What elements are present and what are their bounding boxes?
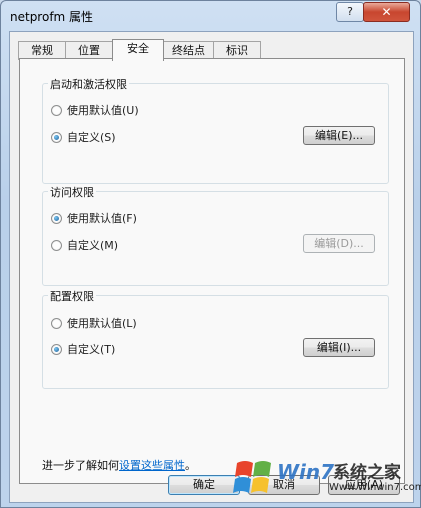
svg-text:系统之家: 系统之家	[333, 462, 401, 483]
launch-custom-label: 自定义(S)	[67, 131, 116, 144]
launch-default-option[interactable]: 使用默认值(U)	[51, 102, 139, 118]
watermark-site: Www.Winwin7.com	[329, 482, 421, 493]
learn-more-link[interactable]: 设置这些属性	[119, 459, 185, 472]
config-default-option[interactable]: 使用默认值(L)	[51, 315, 137, 331]
access-custom-radio[interactable]	[51, 239, 62, 251]
ok-button[interactable]: 确定	[168, 475, 240, 495]
learn-more-text: 进一步了解如何设置这些属性。	[42, 457, 196, 473]
config-default-label: 使用默认值(L)	[67, 317, 137, 330]
dialog-client: 常规 位置 安全 终结点 标识 启动和激活权限 使用默认值(U) 自定义(S) …	[9, 31, 414, 503]
config-default-radio[interactable]	[51, 317, 62, 329]
config-custom-option[interactable]: 自定义(T)	[51, 341, 115, 357]
access-edit-button[interactable]: 编辑(D)...	[303, 234, 375, 253]
watermark: Win7 系统之家 Www.Winwin7.com	[233, 453, 421, 503]
help-button[interactable]: ?	[336, 2, 364, 22]
close-icon: ✕	[381, 5, 392, 19]
config-permissions-title: 配置权限	[48, 288, 96, 304]
help-icon: ?	[347, 5, 353, 18]
access-custom-label: 自定义(M)	[67, 239, 119, 252]
win7-watermark-logo: Win7 系统之家	[233, 460, 401, 493]
access-default-radio[interactable]	[51, 212, 62, 224]
launch-default-label: 使用默认值(U)	[67, 104, 139, 117]
config-custom-label: 自定义(T)	[67, 343, 116, 356]
launch-custom-radio[interactable]	[51, 131, 62, 143]
config-custom-radio[interactable]	[51, 343, 62, 355]
close-button[interactable]: ✕	[363, 2, 410, 22]
access-default-option[interactable]: 使用默认值(F)	[51, 210, 137, 226]
svg-text:Win7: Win7	[277, 460, 334, 484]
tab-security[interactable]: 安全	[112, 39, 164, 61]
launch-custom-option[interactable]: 自定义(S)	[51, 129, 116, 145]
access-permissions-group: 访问权限 使用默认值(F) 自定义(M) 编辑(D)...	[42, 184, 389, 286]
learn-more-prefix: 进一步了解如何	[42, 459, 119, 472]
access-default-label: 使用默认值(F)	[67, 212, 137, 225]
launch-default-radio[interactable]	[51, 104, 62, 116]
access-custom-option[interactable]: 自定义(M)	[51, 237, 118, 253]
learn-more-suffix: 。	[185, 459, 196, 472]
dialog-window: netprofm 属性 ? ✕ 常规 位置 安全 终结点 标识 启动和激活权限 …	[0, 0, 421, 508]
config-permissions-group: 配置权限 使用默认值(L) 自定义(T) 编辑(I)...	[42, 288, 389, 389]
window-title: netprofm 属性	[10, 10, 94, 24]
config-edit-button[interactable]: 编辑(I)...	[303, 338, 375, 357]
launch-edit-button[interactable]: 编辑(E)...	[303, 126, 375, 145]
access-permissions-title: 访问权限	[48, 184, 96, 200]
launch-permissions-group: 启动和激活权限 使用默认值(U) 自定义(S) 编辑(E)...	[42, 76, 389, 184]
security-tab-panel: 启动和激活权限 使用默认值(U) 自定义(S) 编辑(E)... 访问权限 使用…	[19, 58, 405, 484]
launch-permissions-title: 启动和激活权限	[48, 76, 129, 92]
